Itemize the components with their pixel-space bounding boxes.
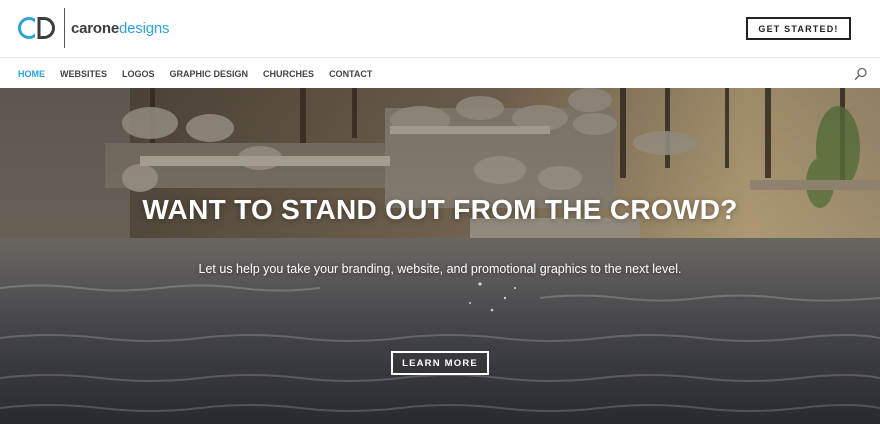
main-nav: HOME WEBSITES LOGOS GRAPHIC DESIGN CHURC… [0, 59, 880, 88]
site-logo[interactable]: caronedesigns [18, 8, 170, 48]
nav-list: HOME WEBSITES LOGOS GRAPHIC DESIGN CHURC… [18, 59, 387, 88]
learn-more-button[interactable]: LEARN MORE [391, 351, 489, 375]
nav-item-logos[interactable]: LOGOS [122, 69, 155, 79]
site-header: caronedesigns GET STARTED! [0, 0, 880, 58]
search-icon[interactable] [854, 67, 868, 81]
hero-subtitle: Let us help you take your branding, webs… [198, 262, 682, 276]
nav-item-graphic-design[interactable]: GRAPHIC DESIGN [170, 69, 249, 79]
get-started-button[interactable]: GET STARTED! [746, 17, 851, 40]
logo-wordmark: caronedesigns [71, 19, 170, 37]
logo-word-designs: designs [119, 19, 170, 37]
logo-word-carone: carone [71, 19, 119, 37]
hero-title: WANT TO STAND OUT FROM THE CROWD? [142, 194, 738, 225]
logo-mark-icon [18, 15, 58, 41]
nav-item-churches[interactable]: CHURCHES [263, 69, 314, 79]
nav-item-home[interactable]: HOME [18, 69, 45, 79]
nav-item-contact[interactable]: CONTACT [329, 69, 372, 79]
hero-section: WANT TO STAND OUT FROM THE CROWD? Let us… [0, 88, 880, 424]
logo-divider [64, 8, 65, 48]
nav-item-websites[interactable]: WEBSITES [60, 69, 107, 79]
